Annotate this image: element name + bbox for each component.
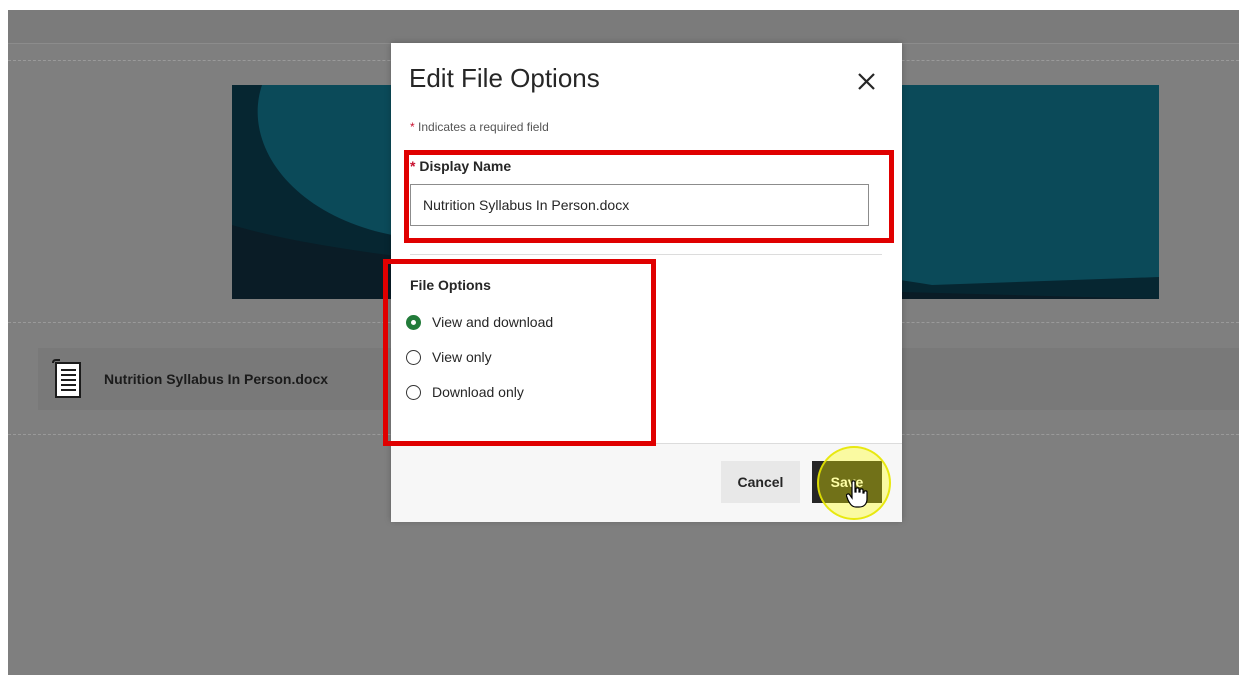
radio-checked-icon[interactable] (406, 314, 421, 330)
save-button[interactable]: Save (812, 461, 882, 503)
radio-label: View only (432, 349, 492, 365)
close-icon (858, 73, 875, 90)
radio-unchecked-icon[interactable] (406, 384, 421, 400)
display-name-label-text: Display Name (419, 158, 512, 174)
required-star: * (410, 158, 416, 174)
cancel-button[interactable]: Cancel (721, 461, 800, 503)
close-button[interactable] (851, 65, 883, 97)
required-field-note: * Indicates a required field (410, 120, 549, 134)
radio-view-and-download[interactable]: View and download (406, 310, 553, 334)
radio-download-only[interactable]: Download only (406, 380, 524, 404)
top-bar (8, 10, 1239, 44)
file-name-link[interactable]: Nutrition Syllabus In Person.docx (104, 371, 328, 387)
radio-view-only[interactable]: View only (406, 345, 492, 369)
section-divider (410, 254, 882, 255)
file-options-label: File Options (410, 277, 491, 293)
radio-label: View and download (432, 314, 554, 330)
required-star: * (410, 120, 415, 134)
radio-label: Download only (432, 384, 524, 400)
edit-file-options-dialog: Edit File Options * Indicates a required… (391, 43, 902, 522)
required-note-text: Indicates a required field (418, 120, 549, 134)
dialog-title: Edit File Options (409, 63, 600, 93)
document-icon (50, 359, 90, 401)
radio-unchecked-icon[interactable] (406, 349, 421, 365)
display-name-input[interactable] (410, 184, 869, 226)
display-name-label: * Display Name (410, 158, 511, 174)
